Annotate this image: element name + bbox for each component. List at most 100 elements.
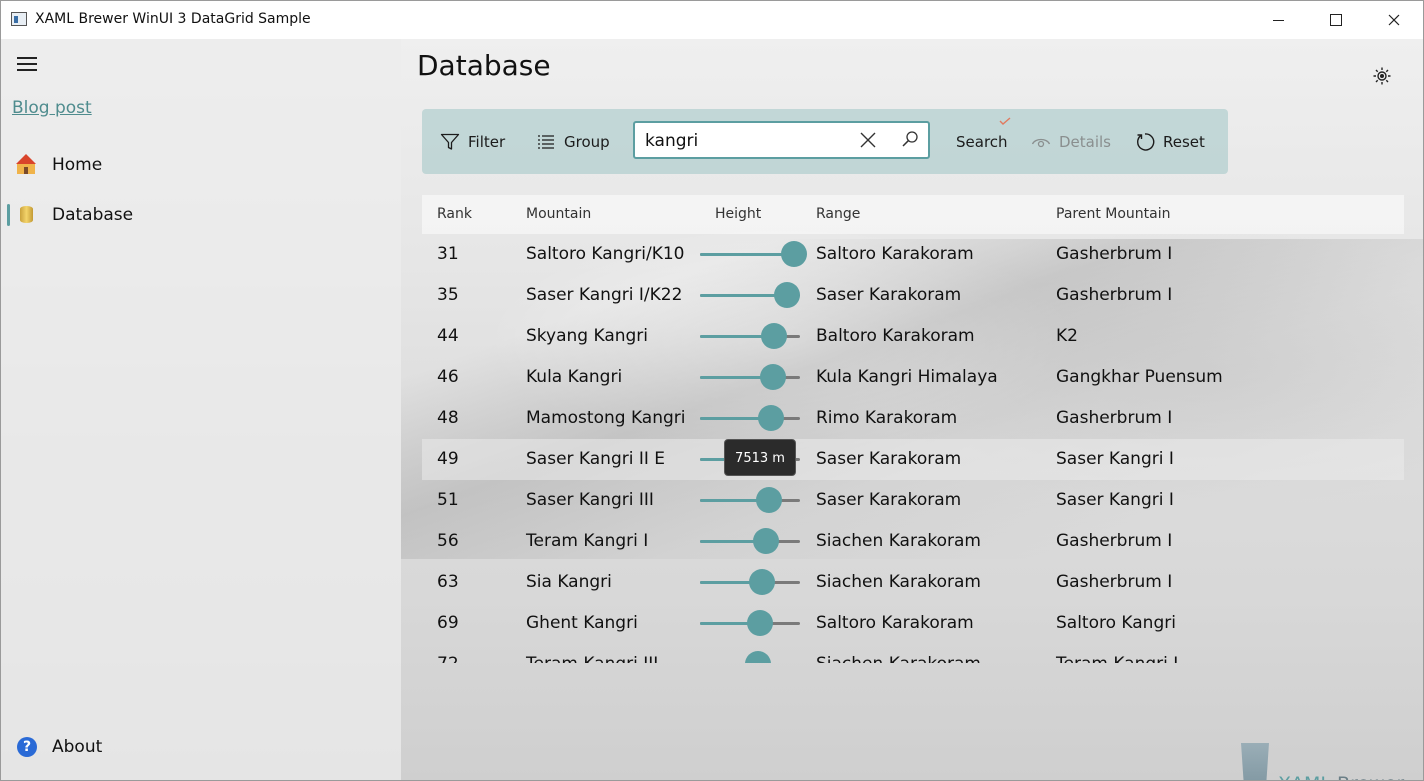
column-header-height[interactable]: Height bbox=[715, 195, 761, 234]
help-icon: ? bbox=[17, 737, 37, 757]
grid-rows: 31 Saltoro Kangri/K10 Saltoro Karakoram Gas… bbox=[422, 234, 1404, 663]
maximize-icon bbox=[1330, 14, 1342, 26]
search-input[interactable] bbox=[645, 129, 845, 153]
table-row[interactable]: 51 Saser Kangri III Saser Karakoram Saser K… bbox=[422, 480, 1404, 521]
cell-range: Saser Karakoram bbox=[816, 490, 962, 510]
blog-post-link[interactable]: Blog post bbox=[12, 98, 92, 118]
cell-range: Saltoro Karakoram bbox=[816, 613, 974, 633]
filter-label: Filter bbox=[468, 132, 506, 151]
page-title: Database bbox=[417, 49, 551, 82]
close-button[interactable] bbox=[1365, 1, 1423, 39]
slider-thumb[interactable] bbox=[746, 610, 773, 636]
cell-parent-mountain: Gangkhar Puensum bbox=[1056, 367, 1223, 387]
column-header-mountain[interactable]: Mountain bbox=[526, 195, 591, 234]
column-header-parent-mountain[interactable]: Parent Mountain bbox=[1056, 195, 1171, 234]
height-slider[interactable] bbox=[700, 316, 800, 357]
nav-item-about[interactable]: ? About bbox=[1, 727, 401, 767]
column-header-range[interactable]: Range bbox=[816, 195, 860, 234]
brand-text-brewer: Brewer bbox=[1331, 773, 1404, 780]
column-header-rank[interactable]: Rank bbox=[437, 195, 472, 234]
height-slider[interactable] bbox=[700, 562, 800, 603]
cell-parent-mountain: Teram Kangri I bbox=[1056, 644, 1178, 663]
table-row[interactable]: 69 Ghent Kangri Saltoro Karakoram Saltoro K… bbox=[422, 603, 1404, 644]
height-slider[interactable] bbox=[700, 357, 800, 398]
cell-mountain: Saser Kangri I/K22 bbox=[526, 285, 683, 305]
table-row[interactable]: 48 Mamostong Kangri Rimo Karakoram Gasherbr… bbox=[422, 398, 1404, 439]
nav-item-home[interactable]: Home bbox=[1, 145, 401, 185]
cell-rank: 44 bbox=[437, 326, 459, 346]
reset-button[interactable]: Reset bbox=[1135, 109, 1205, 174]
cell-parent-mountain: K2 bbox=[1056, 326, 1078, 346]
clear-search-icon[interactable] bbox=[859, 131, 877, 149]
details-label: Details bbox=[1059, 132, 1112, 151]
slider-thumb[interactable] bbox=[752, 528, 779, 554]
height-slider[interactable] bbox=[700, 521, 800, 562]
hamburger-icon bbox=[17, 57, 37, 59]
minimize-button[interactable] bbox=[1249, 1, 1307, 39]
table-row[interactable]: 63 Sia Kangri Siachen Karakoram Gasherbrum … bbox=[422, 562, 1404, 603]
cell-range: Kula Kangri Himalaya bbox=[816, 367, 998, 387]
cell-parent-mountain: Gasherbrum I bbox=[1056, 285, 1173, 305]
search-icon[interactable] bbox=[901, 130, 919, 148]
cell-range: Siachen Karakoram bbox=[816, 572, 981, 592]
cell-mountain: Saser Kangri III bbox=[526, 490, 654, 510]
filter-button[interactable]: Filter bbox=[440, 109, 505, 174]
height-slider[interactable] bbox=[700, 603, 800, 644]
beer-glass-icon bbox=[1241, 743, 1269, 780]
height-slider[interactable] bbox=[700, 234, 807, 275]
table-row[interactable]: 35 Saser Kangri I/K22 Saser Karakoram Gashe… bbox=[422, 275, 1404, 316]
refresh-icon bbox=[1135, 132, 1155, 152]
cell-range: Rimo Karakoram bbox=[816, 408, 958, 428]
nav-item-label: About bbox=[52, 737, 103, 757]
height-slider[interactable] bbox=[700, 275, 800, 316]
cell-mountain: Mamostong Kangri bbox=[526, 408, 686, 428]
slider-thumb[interactable] bbox=[780, 241, 807, 267]
grid-header: Rank Mountain Height Range Parent Mounta… bbox=[422, 195, 1404, 234]
slider-thumb[interactable] bbox=[748, 569, 775, 595]
cell-range: Siachen Karakoram bbox=[816, 531, 981, 551]
table-row[interactable]: 72 Teram Kangri III Siachen Karakoram Teram… bbox=[422, 644, 1404, 663]
navigation-pane: Blog post Home Database ? About bbox=[1, 39, 401, 780]
slider-thumb[interactable] bbox=[756, 487, 783, 513]
cell-rank: 63 bbox=[437, 572, 459, 592]
slider-thumb[interactable] bbox=[761, 323, 788, 349]
table-row[interactable]: 49 Saser Kangri II E Saser Karakoram Saser … bbox=[422, 439, 1404, 480]
theme-toggle-sun-icon[interactable] bbox=[1373, 67, 1391, 85]
cell-parent-mountain: Gasherbrum I bbox=[1056, 572, 1173, 592]
cell-parent-mountain: Gasherbrum I bbox=[1056, 244, 1173, 264]
app-window-icon bbox=[11, 12, 27, 26]
details-button[interactable]: Details bbox=[1031, 109, 1111, 174]
slider-thumb[interactable] bbox=[744, 651, 771, 663]
table-row[interactable]: 44 Skyang Kangri Baltoro Karakoram K2 bbox=[422, 316, 1404, 357]
home-icon bbox=[16, 154, 37, 175]
cell-parent-mountain: Gasherbrum I bbox=[1056, 531, 1173, 551]
group-button[interactable]: Group bbox=[536, 109, 610, 174]
height-slider[interactable] bbox=[700, 644, 800, 663]
cell-rank: 56 bbox=[437, 531, 459, 551]
content-area: Blog post Home Database ? About Database bbox=[1, 39, 1423, 780]
slider-fill bbox=[700, 253, 794, 256]
command-bar: Filter Group Search Detai bbox=[422, 109, 1228, 174]
table-row[interactable]: 56 Teram Kangri I Siachen Karakoram Gasherb… bbox=[422, 521, 1404, 562]
maximize-button[interactable] bbox=[1307, 1, 1365, 39]
nav-item-label: Database bbox=[52, 205, 134, 225]
cell-rank: 69 bbox=[437, 613, 459, 633]
height-tooltip: 7513 m bbox=[724, 439, 796, 476]
slider-thumb[interactable] bbox=[773, 282, 800, 308]
height-slider[interactable] bbox=[700, 480, 800, 521]
cell-mountain: Saser Kangri II E bbox=[526, 449, 666, 469]
table-row[interactable]: 46 Kula Kangri Kula Kangri Himalaya Gangkha… bbox=[422, 357, 1404, 398]
window-title: XAML Brewer WinUI 3 DataGrid Sample bbox=[35, 11, 311, 27]
cell-range: Saltoro Karakoram bbox=[816, 244, 974, 264]
cell-rank: 31 bbox=[437, 244, 459, 264]
filter-icon bbox=[440, 132, 460, 152]
menu-toggle-button[interactable] bbox=[17, 57, 37, 71]
app-window: XAML Brewer WinUI 3 DataGrid Sample Blog… bbox=[0, 0, 1424, 781]
cell-parent-mountain: Saser Kangri I bbox=[1056, 449, 1174, 469]
slider-thumb[interactable] bbox=[760, 364, 787, 390]
cell-parent-mountain: Saser Kangri I bbox=[1056, 490, 1174, 510]
height-slider[interactable] bbox=[700, 398, 800, 439]
table-row[interactable]: 31 Saltoro Kangri/K10 Saltoro Karakoram Gas… bbox=[422, 234, 1404, 275]
slider-thumb[interactable] bbox=[758, 405, 785, 431]
nav-item-database[interactable]: Database bbox=[1, 195, 401, 235]
